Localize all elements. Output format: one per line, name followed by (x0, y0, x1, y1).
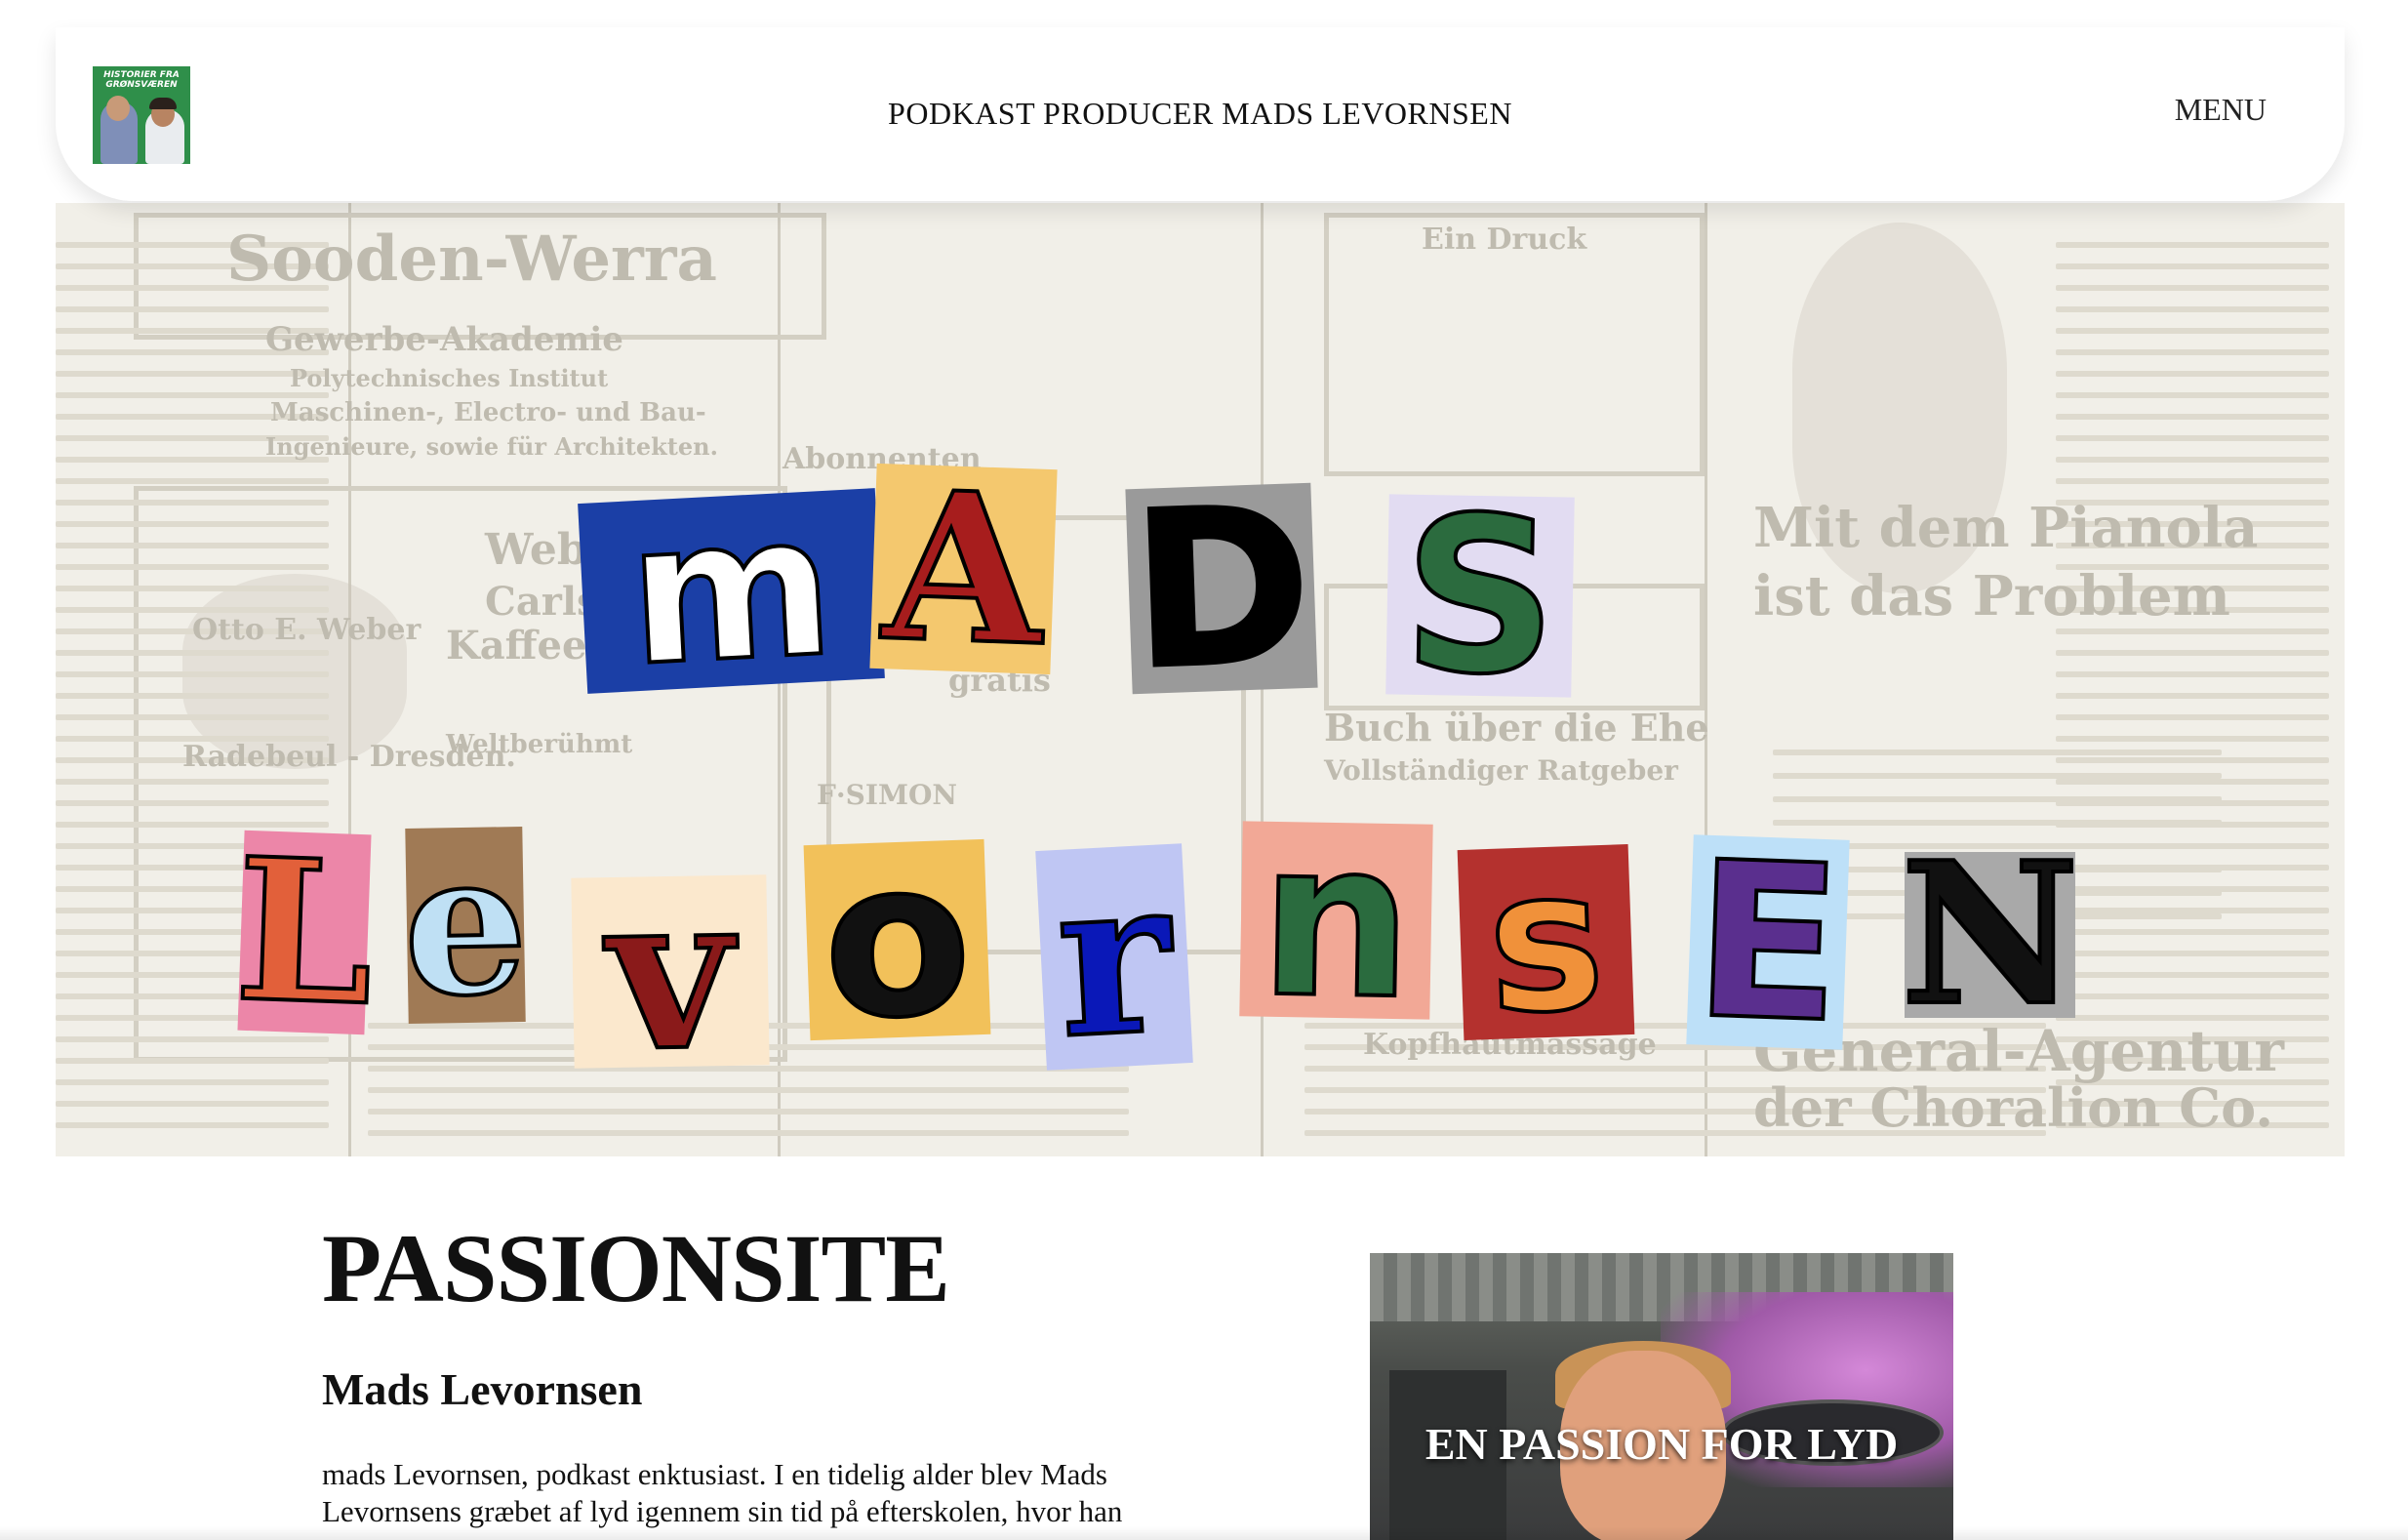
newspaper-text-line (56, 693, 329, 699)
newspaper-text-line (2056, 693, 2329, 699)
site-header: HISTORIER FRA GRØNSVÆREN PODKAST PRODUCE… (56, 27, 2345, 201)
bottom-scroll-fade (0, 1526, 2408, 1540)
ransom-word2-letter-v: v (571, 841, 770, 1101)
ransom-word2-letter-e: e (399, 807, 531, 1042)
page: HISTORIER FRA GRØNSVÆREN PODKAST PRODUCE… (0, 0, 2408, 1540)
newspaper-text-line (2056, 263, 2329, 269)
ransom-word2-letter-s: s (1457, 824, 1635, 1060)
logo-text: HISTORIER FRA GRØNSVÆREN (103, 70, 180, 90)
newspaper-headline: Polytechnisches Institut (290, 364, 609, 392)
section-subheading: Mads Levornsen (322, 1364, 643, 1414)
newspaper-text-line (56, 564, 329, 570)
hero-banner: Sooden-Werra Gewerbe-Akademie Polytechnisc… (56, 203, 2345, 1156)
newspaper-text-line (56, 306, 329, 312)
intro-section: PASSIONSITE Mads Levornsen mads Levornse… (322, 1215, 1200, 1530)
newspaper-text-line (56, 671, 329, 677)
newspaper-headline: Otto E. Weber (192, 613, 421, 647)
newspaper-text-line (2056, 757, 2329, 763)
newspaper-text-line (2056, 671, 2329, 677)
passion-photo-card[interactable]: EN PASSION FOR LYD (1370, 1253, 1953, 1540)
newspaper-text-line (56, 650, 329, 656)
newspaper-text-line (56, 586, 329, 591)
ransom-word2-letter-o: o (803, 810, 991, 1070)
newspaper-text-line (2056, 328, 2329, 334)
ransom-word2-letter-r: r (1035, 826, 1193, 1087)
newspaper-text-line (1773, 750, 2222, 755)
newspaper-text-line (368, 1130, 1129, 1136)
newspaper-headline: F·SIMON (817, 779, 957, 811)
newspaper-text-line (2056, 650, 2329, 656)
newspaper-text-line (56, 1122, 329, 1128)
newspaper-headline: Vollständiger Ratgeber (1324, 754, 1678, 787)
newspaper-text-line (2056, 929, 2329, 935)
newspaper-headline: Weltberühmt (446, 730, 633, 759)
newspaper-headline: der Choralion Co. (1753, 1076, 2274, 1139)
newspaper-text-line (56, 371, 329, 377)
newspaper-headline: Gewerbe-Akademie (265, 320, 623, 359)
newspaper-headline: Sooden-Werra (226, 223, 717, 296)
newspaper-text-line (2056, 242, 2329, 248)
newspaper-text-line (56, 1101, 329, 1107)
newspaper-text-line (56, 1079, 329, 1085)
newspaper-text-line (56, 500, 329, 506)
newspaper-text-line (56, 779, 329, 785)
newspaper-text-line (2056, 993, 2329, 999)
ransom-word2-letter-n: N (1899, 820, 2081, 1049)
intro-paragraph: mads Levornsen, podkast enktusiast. I en… (322, 1457, 1123, 1528)
newspaper-text-line (368, 1087, 1129, 1093)
newspaper-text-line (56, 800, 329, 806)
newspaper-text-line (2056, 306, 2329, 312)
newspaper-headline: Ingenieure, sowie für Architekten. (265, 432, 718, 461)
newspaper-text-line (2056, 457, 2329, 463)
ransom-word1-letter-s: S (1385, 467, 1575, 724)
newspaper-text-line (2056, 435, 2329, 441)
ransom-word1-letter-d: D (1125, 459, 1318, 718)
newspaper-headline: Maschinen-, Electro- und Bau- (270, 398, 706, 427)
newspaper-headline: Mit dem Pianola (1753, 496, 2259, 560)
newspaper-headline: Ein Druck (1422, 223, 1587, 257)
newspaper-text-line (2056, 951, 2329, 956)
newspaper-text-line (56, 478, 329, 484)
newspaper-text-line (2056, 736, 2329, 742)
newspaper-text-line (2056, 392, 2329, 398)
newspaper-text-line (56, 1058, 329, 1064)
newspaper-text-line (2056, 628, 2329, 634)
newspaper-text-line (2056, 972, 2329, 978)
newspaper-text-line (1773, 773, 2222, 779)
newspaper-text-line (2056, 478, 2329, 484)
newspaper-text-line (2056, 285, 2329, 291)
ransom-word2-letter-e: E (1686, 813, 1850, 1072)
newspaper-text-line (56, 521, 329, 527)
photo-caption: EN PASSION FOR LYD (1425, 1419, 1899, 1469)
newspaper-text-line (368, 1109, 1129, 1114)
ransom-word2-letter-l: L (230, 813, 380, 1051)
newspaper-text-line (1773, 796, 2222, 802)
page-heading: PASSIONSITE (322, 1214, 950, 1322)
newspaper-text-line (368, 1066, 1129, 1072)
ransom-word1-letter-m: m (578, 469, 885, 711)
newspaper-text-line (2056, 371, 2329, 377)
ransom-word2-letter-n: n (1239, 792, 1433, 1048)
newspaper-text-line (2056, 779, 2329, 785)
newspaper-headline: ist das Problem (1753, 564, 2230, 628)
newspaper-text-line (56, 543, 329, 548)
newspaper-text-line (56, 714, 329, 720)
newspaper-text-line (2056, 714, 2329, 720)
site-title[interactable]: PODKAST PRODUCER MADS LEVORNSEN (56, 96, 2345, 132)
ransom-word1-letter-a: A (869, 443, 1058, 694)
menu-button[interactable]: MENU (2175, 92, 2267, 128)
newspaper-text-line (2056, 349, 2329, 355)
newspaper-text-line (2056, 414, 2329, 420)
